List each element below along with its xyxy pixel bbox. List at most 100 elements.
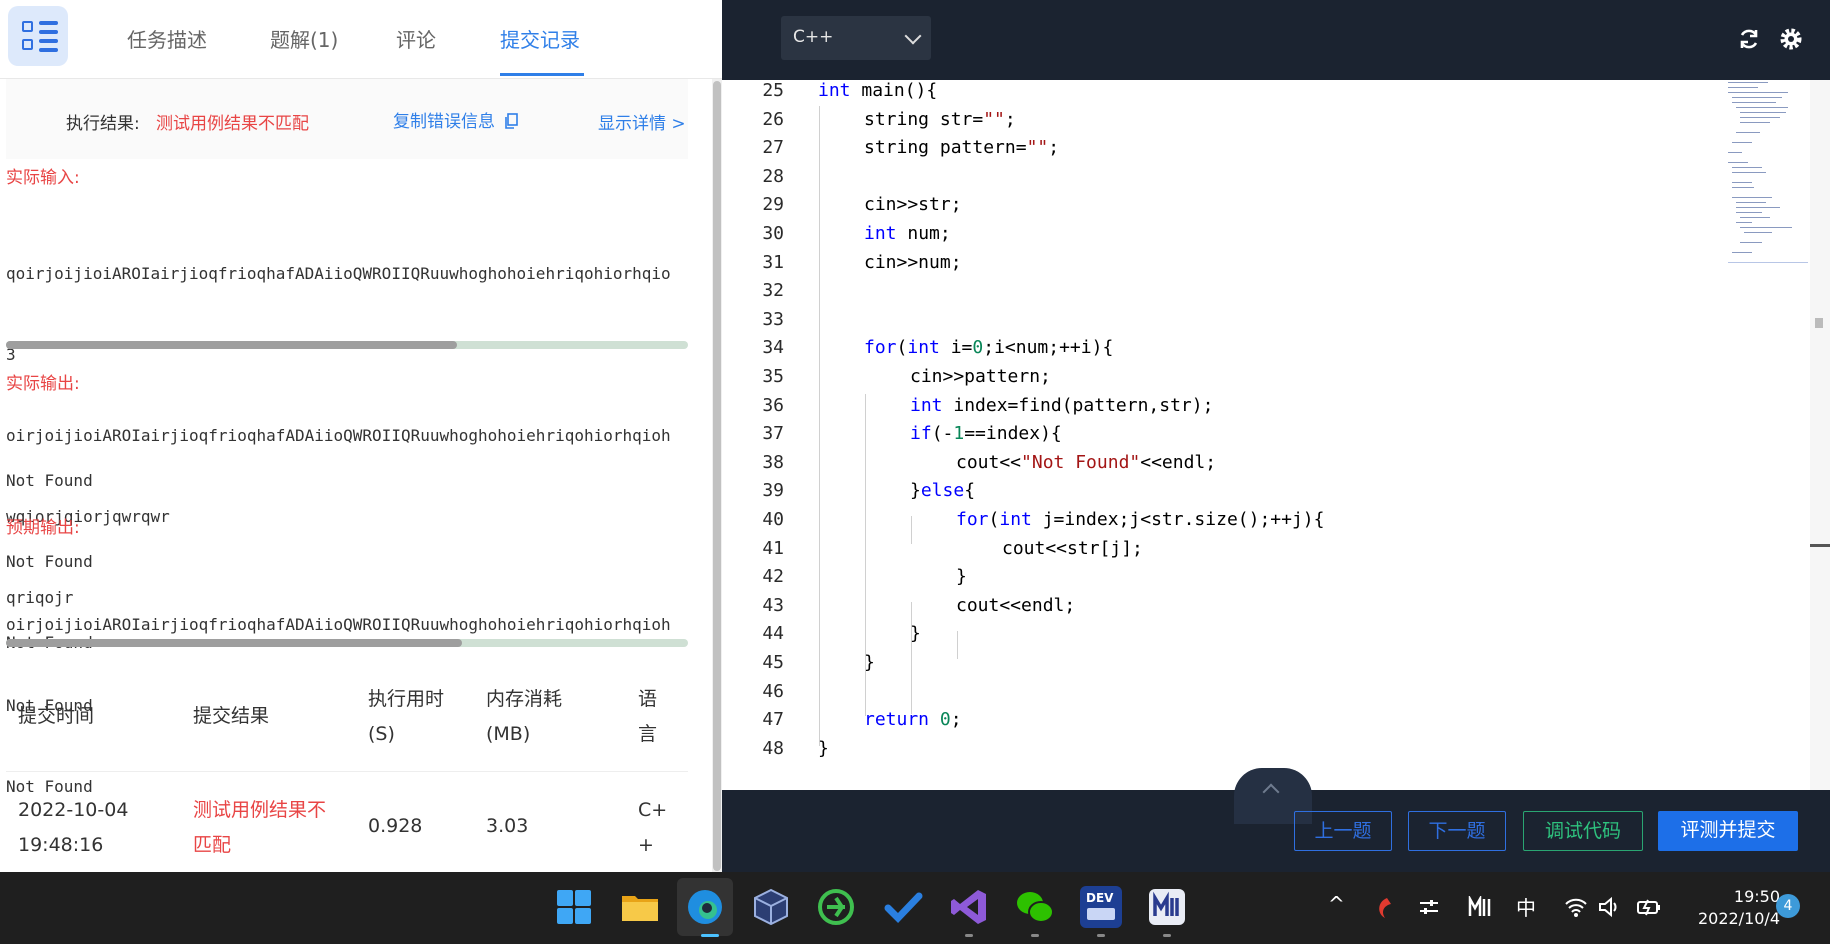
speaker-icon[interactable]: [1598, 896, 1622, 918]
cell-memory: 3.03: [486, 815, 529, 837]
code-line: if(-1==index){: [910, 423, 1062, 445]
col-header-result: 提交结果: [193, 705, 270, 727]
debug-code-button[interactable]: 调试代码: [1523, 811, 1643, 851]
line-number: 41: [762, 537, 784, 559]
line-number: 44: [762, 623, 784, 645]
app-running-indicator: [965, 934, 973, 937]
code-line: cin>>str;: [864, 194, 962, 216]
tab-solutions[interactable]: 题解(1): [270, 24, 338, 53]
code-line: string pattern="";: [864, 137, 1060, 159]
left-vertical-scrollbar[interactable]: [712, 79, 722, 872]
col-header-memory-1: 内存消耗: [486, 688, 563, 710]
code-line: cout<<str[j];: [1002, 537, 1143, 559]
visual-studio-icon[interactable]: [948, 886, 990, 928]
code-area[interactable]: int main(){ string str=""; string patter…: [818, 80, 1698, 790]
windows-taskbar: DEV ^ 中 19:50 2022/10/4 4: [0, 872, 1830, 944]
language-select[interactable]: C++: [781, 16, 931, 60]
code-line: cin>>pattern;: [910, 366, 1051, 387]
antivirus-tray-icon[interactable]: [1373, 896, 1395, 920]
line-number: 37: [762, 423, 784, 445]
active-tab-indicator: [500, 73, 584, 76]
result-bar: 执行结果: 测试用例结果不匹配 复制错误信息 显示详情 >: [6, 79, 688, 159]
problem-panel: 任务描述 题解(1) 评论 提交记录 执行结果: 测试用例结果不匹配 复制错误信…: [0, 0, 722, 872]
code-line: int main(){: [818, 80, 938, 101]
wechat-icon[interactable]: [1014, 886, 1056, 928]
input-horizontal-scrollbar[interactable]: [6, 341, 688, 349]
line-number: 34: [762, 337, 784, 359]
code-minimap[interactable]: [1726, 80, 1808, 265]
col-header-memory: 内存消耗 (MB): [486, 682, 562, 752]
expected-horizontal-scrollbar[interactable]: [6, 639, 688, 647]
tab-description[interactable]: 任务描述: [127, 24, 207, 53]
chevron-up-icon: [1262, 783, 1280, 801]
menu-icon[interactable]: [8, 6, 68, 66]
code-line: for(int j=index;j<str.size();++j){: [956, 509, 1325, 530]
expected-output-title: 预期输出:: [6, 518, 80, 538]
cell-clock: 19:48:16: [18, 834, 104, 856]
file-explorer-icon[interactable]: [619, 886, 661, 928]
cell-language-2: +: [638, 834, 654, 856]
code-line: cout<<endl;: [956, 594, 1076, 616]
cell-result-2: 匹配: [193, 834, 232, 856]
prev-problem-button[interactable]: 上一题: [1294, 811, 1392, 851]
col-header-time: 提交时间: [18, 705, 95, 727]
app-running-indicator: [1163, 934, 1171, 937]
edge-browser-icon[interactable]: [684, 886, 726, 928]
line-number: 46: [762, 680, 784, 702]
virtualbox-icon[interactable]: [750, 886, 792, 928]
show-details-link[interactable]: 显示详情 >: [598, 109, 686, 134]
cell-result-1: 测试用例结果不: [193, 799, 327, 821]
notification-badge[interactable]: 4: [1776, 894, 1800, 918]
clock-time: 19:50: [1733, 887, 1780, 906]
todo-check-icon[interactable]: [882, 886, 924, 928]
code-line: cout<<"Not Found"<<endl;: [956, 451, 1217, 473]
markdown-tray-icon[interactable]: [1468, 896, 1492, 918]
col-header-language: 语 言: [638, 682, 657, 752]
copy-icon: [505, 113, 519, 129]
tab-comments[interactable]: 评论: [396, 24, 436, 53]
refresh-icon[interactable]: [1736, 26, 1762, 52]
line-number: 35: [762, 366, 784, 387]
tab-bar: 任务描述 题解(1) 评论 提交记录: [0, 0, 722, 79]
col-header-language-2: 言: [638, 723, 658, 745]
line-number: 31: [762, 251, 784, 273]
line-number: 30: [762, 223, 784, 244]
system-clock[interactable]: 19:50 2022/10/4: [1680, 886, 1780, 930]
next-problem-button[interactable]: 下一题: [1408, 811, 1506, 851]
output-line: Not Found: [6, 471, 93, 490]
cell-language: C+ +: [638, 793, 667, 863]
code-line: }: [864, 652, 875, 673]
line-number: 39: [762, 480, 784, 502]
battery-charging-icon[interactable]: [1636, 896, 1662, 918]
code-line: }: [910, 623, 921, 645]
submission-content: 执行结果: 测试用例结果不匹配 复制错误信息 显示详情 > 实际输入: qoir…: [0, 79, 712, 872]
cell-exec: 0.928: [368, 815, 423, 837]
expected-line: oirjoijioiAROIairjioqfrioqhafADAiioQWROI…: [6, 615, 671, 634]
col-header-exec-1: 执行用时: [368, 688, 445, 710]
line-number: 38: [762, 451, 784, 473]
sliders-tray-icon[interactable]: [1418, 896, 1440, 918]
expected-line: Not Found: [6, 696, 93, 715]
app-running-indicator: [1031, 934, 1039, 937]
col-header-exec: 执行用时 (S): [368, 682, 444, 752]
wifi-icon[interactable]: [1564, 896, 1588, 918]
app-running-indicator: [1097, 934, 1105, 937]
active-app-indicator: [701, 934, 719, 937]
code-editor[interactable]: 25 26 27 28 29 30 31 32 33 34 35 36 37 3…: [722, 80, 1830, 790]
code-line: for(int i=0;i<num;++i){: [864, 337, 1114, 359]
copy-error-button[interactable]: 复制错误信息: [393, 107, 519, 132]
tab-submissions[interactable]: 提交记录: [500, 24, 580, 53]
cell-time: 2022-10-04 19:48:16: [18, 793, 128, 863]
cell-result: 测试用例结果不 匹配: [193, 793, 326, 863]
line-number: 40: [762, 509, 784, 530]
evaluate-submit-button[interactable]: 评测并提交: [1658, 811, 1798, 851]
green-globe-icon[interactable]: [815, 886, 857, 928]
gear-icon[interactable]: [1778, 26, 1804, 52]
markdown-app-icon[interactable]: [1146, 886, 1188, 928]
ime-indicator[interactable]: 中: [1516, 892, 1536, 921]
dev-cpp-icon[interactable]: DEV: [1080, 886, 1122, 928]
chevron-up-icon[interactable]: ^: [1328, 892, 1345, 916]
editor-vertical-scrollbar[interactable]: [1810, 80, 1830, 790]
windows-start-icon[interactable]: [553, 886, 595, 928]
editor-panel: C++ 25 26 27 28 29 30 31 32 33 34 35 36 …: [722, 0, 1830, 872]
